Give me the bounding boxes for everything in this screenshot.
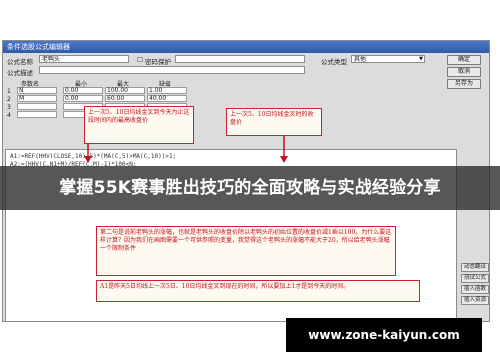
headline-banner: 掌握55K赛事胜出技巧的全面攻略与实战经验分享 [0,166,500,210]
screenshot: 条件选股公式编辑器 公式名称 老鸭头 ☐ 密码保护 公式类型 其他 ▼ 公式描述… [0,0,500,362]
watermark-url: www.zone-kaiyun.com [286,318,482,352]
arrow-1-head-icon [84,156,92,163]
annotation-note-4: A1是昨天5日均线上一次5日、10日均线金叉到现在的时间，所以要加上1才是到今天… [96,280,420,302]
arrow-2-head-icon [280,156,288,163]
annotation-note-3: 第二句是说前老鸭头的涨幅，也就是老鸭头的收盘价除以老鸭头的初始位置的收盘价减1乘… [96,226,396,276]
